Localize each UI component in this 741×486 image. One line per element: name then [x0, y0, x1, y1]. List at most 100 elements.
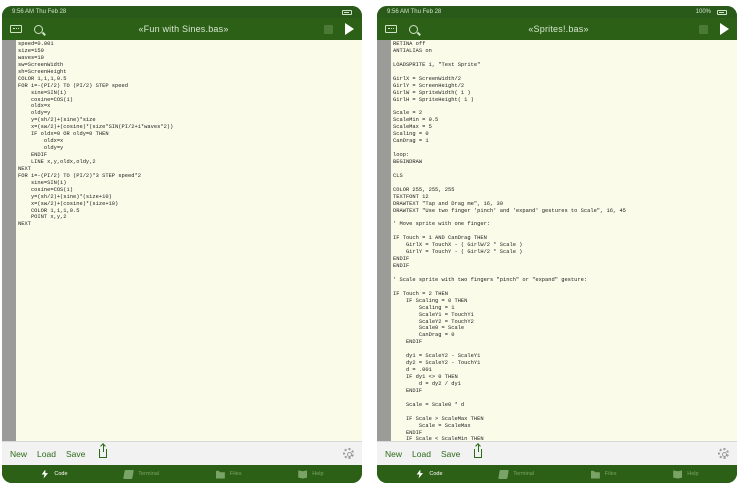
code-line[interactable]: GirlY = TouchY - ( GirlH/2 * Scale ) [393, 249, 735, 256]
search-icon[interactable] [34, 24, 43, 34]
gear-icon[interactable] [343, 448, 354, 459]
code-line[interactable]: oldx=x [18, 138, 360, 145]
tab-files[interactable]: Files [590, 470, 616, 479]
code-line[interactable]: ENDIF [393, 263, 735, 270]
code-line[interactable]: oldy=y [18, 145, 360, 152]
code-line[interactable]: ScaleY1 = TouchY1 [393, 312, 735, 319]
save-button[interactable]: Save [441, 449, 460, 459]
code-line[interactable]: x=(sw/2)+(cosine)*(size+10) [18, 201, 360, 208]
code-line[interactable]: CLS [393, 173, 735, 180]
code-line[interactable]: ENDIF [393, 256, 735, 263]
code-text[interactable]: speed=0.001 size=150 waves=10 sw=ScreenWidt… [18, 41, 360, 228]
code-line[interactable]: GirlW = SpriteWidth( 1 ) [393, 90, 735, 97]
code-line[interactable]: oldy=y [18, 110, 360, 117]
code-line[interactable]: LOADSPRITE 1, "Test Sprite" [393, 62, 735, 69]
new-button[interactable]: New [385, 449, 402, 459]
code-line[interactable] [393, 228, 735, 235]
code-line[interactable]: d = dy2 / dy1 [393, 381, 735, 388]
code-line[interactable] [393, 284, 735, 291]
code-line[interactable]: d = .001 [393, 367, 735, 374]
code-line[interactable]: GirlH = SpriteHeight( 1 ) [393, 97, 735, 104]
code-line[interactable]: RETINA off [393, 41, 735, 48]
load-button[interactable]: Load [37, 449, 56, 459]
code-line[interactable]: ENDIF [18, 152, 360, 159]
play-icon[interactable] [720, 23, 729, 35]
code-line[interactable]: Scale = ScaleMax [393, 423, 735, 430]
code-line[interactable] [393, 409, 735, 416]
code-line[interactable]: Scale = Scale0 * d [393, 402, 735, 409]
code-line[interactable]: cosine=COS(i) [18, 187, 360, 194]
code-line[interactable]: GirlX = TouchX - ( GirlW/2 * Scale ) [393, 242, 735, 249]
code-line[interactable]: NEXT [18, 166, 360, 173]
code-line[interactable]: NEXT [18, 221, 360, 228]
code-line[interactable]: FOR i=-(PI/2) TO (PI/2)*3 STEP speed*2 [18, 173, 360, 180]
code-line[interactable]: CanDrag = 1 [393, 138, 735, 145]
keyboard-icon[interactable] [10, 25, 22, 33]
stop-icon[interactable] [324, 24, 333, 34]
search-icon[interactable] [409, 24, 418, 34]
code-line[interactable]: speed=0.001 [18, 41, 360, 48]
code-line[interactable]: IF dy1 <> 0 THEN [393, 374, 735, 381]
code-line[interactable]: TEXTFONT 12 [393, 194, 735, 201]
tab-code[interactable]: Code [40, 469, 68, 479]
share-icon[interactable] [474, 444, 483, 458]
code-line[interactable]: POINT x,y,2 [18, 214, 360, 221]
code-line[interactable]: ENDIF [393, 339, 735, 346]
code-line[interactable] [393, 145, 735, 152]
code-line[interactable]: DRAWTEXT "Use two finger 'pinch' and 'ex… [393, 208, 735, 215]
play-icon[interactable] [345, 23, 354, 35]
code-line[interactable]: ENDIF [393, 388, 735, 395]
code-line[interactable]: ScaleY2 = TouchY2 [393, 319, 735, 326]
code-line[interactable]: ' Scale sprite with two fingers "pinch" … [393, 277, 735, 284]
code-line[interactable]: IF Scale > ScaleMax THEN [393, 416, 735, 423]
tab-terminal[interactable]: Terminal [498, 469, 534, 479]
code-line[interactable]: x=(sw/2)+(cosine)*(size*SIN(PI/2+i*waves… [18, 124, 360, 131]
gear-icon[interactable] [718, 448, 729, 459]
code-line[interactable]: CanDrag = 0 [393, 332, 735, 339]
code-line[interactable] [393, 166, 735, 173]
code-line[interactable]: COLOR 1,1,1,0.5 [18, 208, 360, 215]
load-button[interactable]: Load [412, 449, 431, 459]
code-line[interactable]: size=150 [18, 48, 360, 55]
code-line[interactable]: ANTIALIAS on [393, 48, 735, 55]
code-line[interactable]: GirlY = ScreenHeight/2 [393, 83, 735, 90]
tab-help[interactable]: Help [673, 470, 699, 479]
code-line[interactable]: Scaling = 0 [393, 131, 735, 138]
code-line[interactable] [393, 69, 735, 76]
code-line[interactable]: DRAWTEXT "Tap and Drag me", 16, 30 [393, 201, 735, 208]
code-line[interactable]: COLOR 255, 255, 255 [393, 187, 735, 194]
code-line[interactable]: BEGINDRAW [393, 159, 735, 166]
code-line[interactable] [393, 55, 735, 62]
tab-terminal[interactable]: Terminal [123, 469, 159, 479]
stop-icon[interactable] [699, 24, 708, 34]
code-line[interactable]: dy1 = ScaleY2 - ScaleY1 [393, 353, 735, 360]
code-line[interactable] [393, 103, 735, 110]
code-line[interactable]: Scaling = 1 [393, 305, 735, 312]
share-icon[interactable] [99, 444, 108, 458]
code-line[interactable]: LINE x,y,oldx,oldy,2 [18, 159, 360, 166]
code-line[interactable]: y=(sh/2)+(sine)*(size+10) [18, 194, 360, 201]
code-line[interactable]: sine=SIN(i) [18, 90, 360, 97]
code-line[interactable]: cosine=COS(i) [18, 97, 360, 104]
code-editor[interactable]: speed=0.001 size=150 waves=10 sw=ScreenWidt… [2, 40, 362, 441]
code-line[interactable]: IF Touch = 2 THEN [393, 291, 735, 298]
code-line[interactable]: IF Touch = 1 AND CanDrag THEN [393, 235, 735, 242]
code-line[interactable]: y=(sh/2)+(sine)*size [18, 117, 360, 124]
code-line[interactable]: sw=ScreenWidth [18, 62, 360, 69]
code-line[interactable]: dy2 = ScaleY2 - TouchY1 [393, 360, 735, 367]
code-line[interactable]: sine=SIN(i) [18, 180, 360, 187]
code-line[interactable]: oldx=x [18, 103, 360, 110]
code-line[interactable]: COLOR 1,1,1,0.5 [18, 76, 360, 83]
code-line[interactable]: ScaleMax = 5 [393, 124, 735, 131]
code-line[interactable]: IF oldx=0 OR oldy=0 THEN [18, 131, 360, 138]
code-line[interactable] [393, 346, 735, 353]
keyboard-icon[interactable] [385, 25, 397, 33]
code-line[interactable] [393, 180, 735, 187]
tab-help[interactable]: Help [298, 470, 324, 479]
new-button[interactable]: New [10, 449, 27, 459]
code-line[interactable]: IF Scaling = 0 THEN [393, 298, 735, 305]
code-line[interactable]: FOR i=-(PI/2) TO (PI/2) STEP speed [18, 83, 360, 90]
code-line[interactable]: GirlX = ScreenWidth/2 [393, 76, 735, 83]
code-line[interactable]: ' Move sprite with one finger: [393, 221, 735, 228]
tab-files[interactable]: Files [215, 470, 241, 479]
